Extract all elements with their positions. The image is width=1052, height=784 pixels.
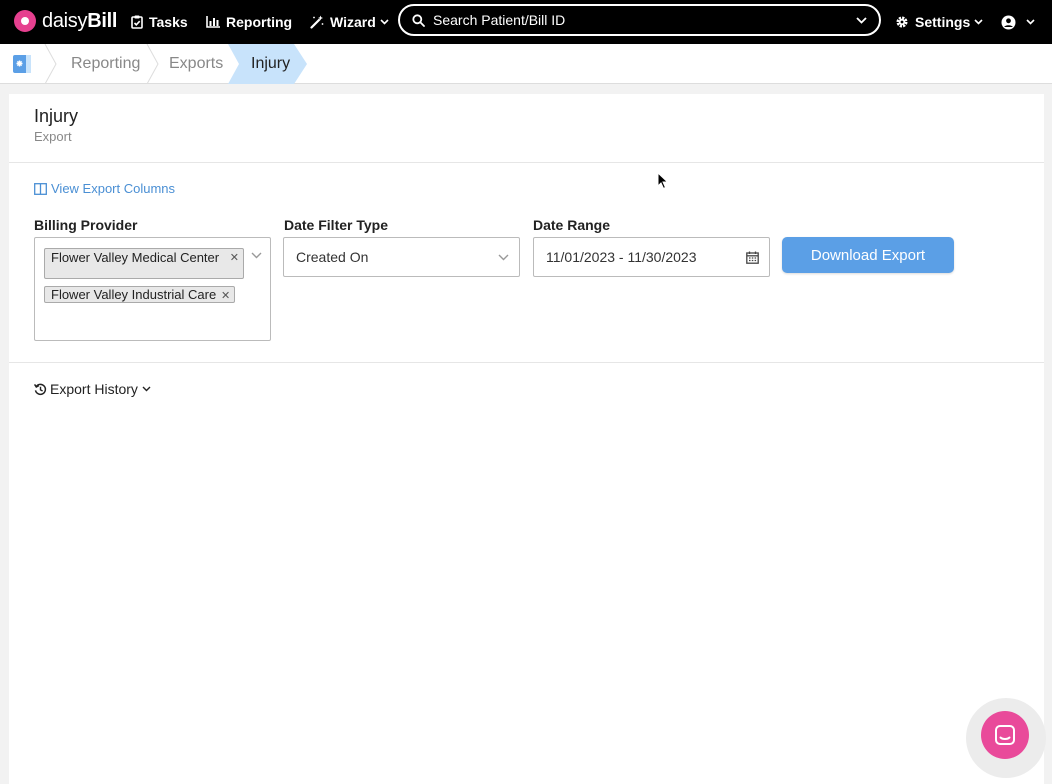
breadcrumb-separator — [146, 44, 159, 84]
divider — [9, 362, 1044, 363]
search-icon — [412, 13, 425, 27]
export-history-toggle[interactable]: Export History — [34, 381, 154, 397]
download-export-button[interactable]: Download Export — [782, 237, 954, 273]
view-export-columns-label: View Export Columns — [51, 181, 176, 196]
nav-settings-label: Settings — [915, 14, 971, 30]
remove-tag-icon[interactable]: ✕ — [221, 290, 230, 303]
chevron-down-icon[interactable] — [251, 252, 262, 259]
history-icon — [34, 383, 47, 395]
date-filter-type-select[interactable]: Created On — [283, 237, 520, 277]
nav-tasks-label: Tasks — [149, 14, 188, 30]
billing-provider-label: Billing Provider — [34, 217, 138, 233]
date-filter-type-label: Date Filter Type — [284, 217, 388, 233]
page-subtitle: Export — [34, 129, 72, 144]
nav-tasks[interactable]: Tasks — [131, 0, 188, 44]
chevron-down-icon — [142, 386, 151, 392]
brand-suffix: Bill — [87, 9, 118, 32]
selected-provider-tag: Flower Valley Medical Center ✕ — [44, 248, 244, 279]
brand-logo[interactable]: daisyBill — [14, 8, 117, 34]
brand-name: daisyBill — [42, 10, 117, 33]
view-export-columns-link[interactable]: View Export Columns — [34, 181, 175, 196]
nav-wizard[interactable]: Wizard — [310, 0, 395, 44]
divider — [9, 162, 1044, 163]
chevron-down-icon — [974, 19, 983, 25]
breadcrumb-home[interactable] — [0, 44, 44, 84]
columns-icon — [34, 182, 47, 195]
nav-settings[interactable]: Settings — [895, 0, 989, 44]
chat-launcher-button[interactable] — [981, 711, 1029, 759]
breadcrumb: Reporting Exports Injury — [0, 44, 1052, 84]
breadcrumb-item-reporting[interactable]: Reporting — [71, 44, 140, 84]
mouse-cursor-icon — [657, 172, 669, 190]
date-range-label: Date Range — [533, 217, 611, 233]
selected-provider-label: Flower Valley Industrial Care — [51, 287, 217, 302]
date-range-value: 11/01/2023 - 11/30/2023 — [546, 249, 697, 265]
user-menu[interactable] — [1001, 0, 1041, 44]
billing-provider-select[interactable]: Flower Valley Medical Center ✕ Flower Va… — [34, 237, 271, 341]
selected-provider-tag: Flower Valley Industrial Care ✕ — [44, 286, 236, 303]
user-circle-icon — [1001, 15, 1016, 29]
breadcrumb-item-active: Injury — [251, 55, 291, 72]
search-box[interactable]: Search Patient/Bill ID — [398, 4, 881, 36]
bar-chart-icon — [206, 16, 220, 28]
breadcrumb-item-exports[interactable]: Exports — [169, 44, 223, 84]
nav-wizard-label: Wizard — [330, 14, 376, 30]
top-navbar: daisyBill Tasks Reporting Wizard Search … — [0, 0, 1052, 44]
calendar-icon[interactable] — [746, 251, 759, 264]
search-input[interactable]: Search Patient/Bill ID — [433, 12, 856, 28]
flower-logo-icon — [14, 10, 36, 32]
page-title: Injury — [34, 106, 79, 126]
chevron-down-icon — [380, 19, 389, 25]
date-range-input[interactable]: 11/01/2023 - 11/30/2023 — [533, 237, 770, 277]
chevron-down-icon — [1026, 19, 1035, 25]
chat-icon — [995, 725, 1015, 745]
brand-prefix: daisy — [42, 9, 88, 32]
remove-tag-icon[interactable]: ✕ — [230, 252, 239, 265]
nav-reporting-label: Reporting — [226, 14, 293, 30]
chevron-down-icon — [498, 254, 509, 261]
selected-provider-label: Flower Valley Medical Center — [51, 250, 220, 265]
wand-icon — [310, 15, 324, 29]
nav-reporting[interactable]: Reporting — [206, 0, 292, 44]
export-card: Injury Export View Export Columns Billin… — [9, 94, 1044, 784]
date-filter-type-value: Created On — [296, 249, 369, 265]
export-history-label: Export History — [50, 381, 138, 397]
breadcrumb-separator — [44, 44, 57, 84]
app-home-icon — [13, 55, 31, 73]
clipboard-icon — [131, 15, 143, 29]
gear-icon — [896, 16, 908, 28]
chevron-down-icon[interactable] — [856, 16, 867, 24]
